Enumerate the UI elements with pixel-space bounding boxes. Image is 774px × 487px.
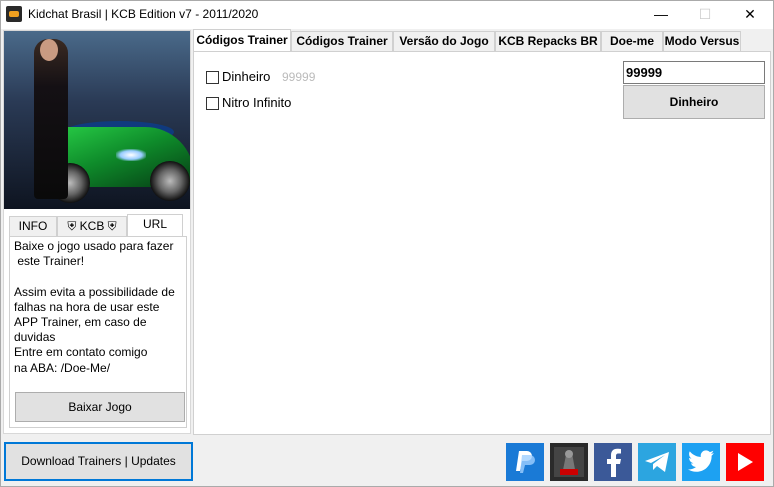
info-tab-strip: INFO ⛨ KCB ⛨ URL — [9, 214, 189, 236]
left-panel: INFO ⛨ KCB ⛨ URL Baixe o jogo usado para… — [3, 30, 191, 434]
trainer-panel: Dinheiro 99999 Nitro Infinito Dinheiro — [193, 51, 771, 435]
window-title: Kidchat Brasil | KCB Edition v7 - 2011/2… — [28, 7, 259, 21]
tab-kcb[interactable]: ⛨ KCB ⛨ — [57, 216, 127, 236]
app-icon — [6, 6, 22, 22]
download-trainers-button[interactable]: Download Trainers | Updates — [4, 442, 193, 481]
facebook-icon[interactable] — [594, 443, 632, 481]
tab-versao-do-jogo[interactable]: Versão do Jogo — [393, 31, 495, 51]
main-tab-strip: Códigos Trainer Códigos Trainer Versão d… — [193, 29, 771, 51]
title-bar[interactable]: Kidchat Brasil | KCB Edition v7 - 2011/2… — [1, 1, 773, 29]
tab-modo-versus[interactable]: Modo Versus — [663, 31, 741, 51]
figure-shape — [34, 39, 68, 199]
info-message: Baixe o jogo usado para fazer este Train… — [14, 239, 175, 375]
twitter-icon[interactable] — [682, 443, 720, 481]
tab-codigos-trainer-active[interactable]: Códigos Trainer — [193, 29, 291, 51]
car-headlight-shape — [116, 149, 146, 161]
paypal-icon[interactable] — [506, 443, 544, 481]
nitro-checkbox[interactable] — [206, 97, 219, 110]
close-button[interactable]: ✕ — [728, 1, 772, 29]
info-tab-content: Baixe o jogo usado para fazer este Train… — [9, 236, 187, 428]
dinheiro-checkbox[interactable] — [206, 71, 219, 84]
figure-head-shape — [40, 39, 58, 61]
tab-url[interactable]: URL — [127, 214, 183, 236]
telegram-icon[interactable] — [638, 443, 676, 481]
cheat-nitro-row[interactable]: Nitro Infinito — [206, 95, 326, 111]
nitro-label[interactable]: Nitro Infinito — [222, 95, 291, 110]
maximize-button[interactable]: ☐ — [683, 1, 727, 29]
tab-info[interactable]: INFO — [9, 216, 57, 236]
kcb-repacks-icon[interactable] — [550, 443, 588, 481]
dinheiro-label[interactable]: Dinheiro — [222, 69, 270, 84]
cheat-dinheiro-row[interactable]: Dinheiro 99999 — [206, 69, 346, 85]
game-cover-image — [4, 31, 190, 209]
car-wheel-shape — [150, 161, 190, 201]
minimize-button[interactable]: — — [639, 1, 683, 29]
baixar-jogo-button[interactable]: Baixar Jogo — [15, 392, 185, 422]
money-value-input[interactable] — [623, 61, 765, 84]
dinheiro-apply-button[interactable]: Dinheiro — [623, 85, 765, 119]
tab-kcb-repacks[interactable]: KCB Repacks BR — [495, 31, 601, 51]
youtube-icon[interactable] — [726, 443, 764, 481]
dinheiro-hint: 99999 — [282, 70, 316, 84]
tab-doe-me[interactable]: Doe-me — [601, 31, 663, 51]
app-window: Kidchat Brasil | KCB Edition v7 - 2011/2… — [0, 0, 774, 487]
tab-codigos-trainer[interactable]: Códigos Trainer — [291, 31, 393, 51]
